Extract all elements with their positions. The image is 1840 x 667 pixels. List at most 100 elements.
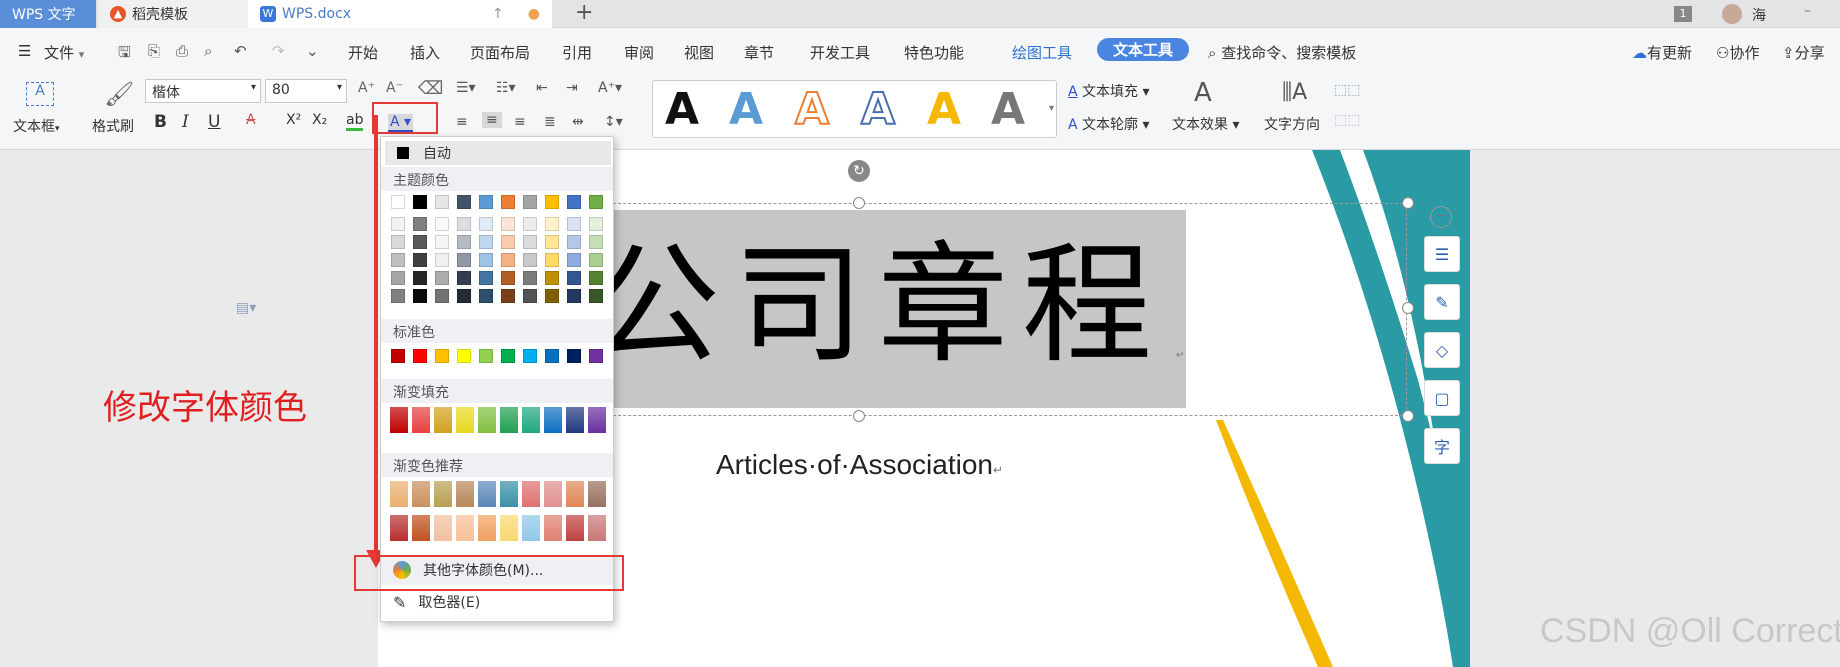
print-icon[interactable]: ⎙	[176, 42, 188, 60]
theme-shade-swatch[interactable]	[501, 253, 515, 267]
menu-insert[interactable]: 插入	[410, 42, 440, 63]
gradient-recommend-swatch[interactable]	[412, 481, 430, 507]
document-title[interactable]: 公司章程	[590, 220, 1166, 390]
theme-shade-swatch[interactable]	[457, 253, 471, 267]
theme-shade-swatch[interactable]	[545, 217, 559, 231]
gradient-recommend-swatch[interactable]	[544, 515, 562, 541]
theme-shade-swatch[interactable]	[589, 217, 603, 231]
minimize-icon[interactable]: –	[1804, 3, 1811, 19]
theme-shade-swatch[interactable]	[567, 289, 581, 303]
gradient-fill-swatch[interactable]	[390, 407, 408, 433]
menu-review[interactable]: 审阅	[624, 42, 654, 63]
export-icon[interactable]: ⎘	[148, 42, 160, 60]
new-tab-button[interactable]: +	[575, 0, 593, 28]
pen-style-icon[interactable]: ✎	[1424, 284, 1460, 320]
gradient-fill-swatch[interactable]	[522, 407, 540, 433]
gradient-fill-swatch[interactable]	[588, 407, 606, 433]
upload-icon[interactable]: ↑	[492, 6, 504, 22]
menu-references[interactable]: 引用	[562, 42, 592, 63]
align-left-icon[interactable]: ≡	[456, 114, 468, 130]
theme-shade-swatch[interactable]	[545, 271, 559, 285]
style-black-icon[interactable]: A	[665, 85, 699, 135]
theme-color-swatch[interactable]	[413, 195, 427, 209]
theme-shade-swatch[interactable]	[479, 253, 493, 267]
menu-drawing-tools[interactable]: 绘图工具	[1012, 42, 1072, 63]
eyedropper-item[interactable]: ✎ 取色器(E)	[381, 587, 613, 617]
bullet-list-icon[interactable]: ☰▾	[456, 80, 476, 96]
theme-color-swatch[interactable]	[479, 195, 493, 209]
theme-shade-swatch[interactable]	[457, 217, 471, 231]
theme-color-swatch[interactable]	[567, 195, 581, 209]
gradient-fill-swatch[interactable]	[544, 407, 562, 433]
gradient-recommend-swatch[interactable]	[456, 481, 474, 507]
theme-color-swatch[interactable]	[523, 195, 537, 209]
theme-shade-swatch[interactable]	[567, 271, 581, 285]
outline-icon[interactable]: ▢	[1424, 380, 1460, 416]
theme-shade-swatch[interactable]	[391, 271, 405, 285]
gradient-recommend-swatch[interactable]	[588, 481, 606, 507]
theme-shade-swatch[interactable]	[589, 253, 603, 267]
standard-color-swatch[interactable]	[501, 349, 515, 363]
theme-shade-swatch[interactable]	[413, 253, 427, 267]
theme-color-swatch[interactable]	[457, 195, 471, 209]
theme-shade-swatch[interactable]	[435, 289, 449, 303]
theme-shade-swatch[interactable]	[545, 289, 559, 303]
font-name-select[interactable]: 楷体 ▾	[145, 79, 261, 103]
hamburger-menu-icon[interactable]: ☰	[18, 42, 31, 60]
style-blue-outline-icon[interactable]: A	[860, 84, 896, 136]
collapse-icon[interactable]: −	[1430, 206, 1452, 228]
gradient-recommend-swatch[interactable]	[500, 481, 518, 507]
text-transform-icon[interactable]: A⁺▾	[598, 80, 622, 96]
standard-color-swatch[interactable]	[457, 349, 471, 363]
text-effect-button[interactable]: 文本效果 ▾	[1172, 114, 1239, 134]
gradient-recommend-swatch[interactable]	[390, 481, 408, 507]
text-wrap-icon[interactable]: 字	[1424, 428, 1460, 464]
theme-shade-swatch[interactable]	[435, 271, 449, 285]
gradient-recommend-swatch[interactable]	[412, 515, 430, 541]
theme-shade-swatch[interactable]	[501, 271, 515, 285]
theme-shade-swatch[interactable]	[457, 289, 471, 303]
rotate-handle-icon[interactable]: ↻	[848, 160, 870, 182]
standard-color-swatch[interactable]	[391, 349, 405, 363]
style-gold-icon[interactable]: A	[927, 85, 961, 135]
align-center-icon[interactable]: ≡	[482, 112, 502, 128]
gradient-fill-swatch[interactable]	[434, 407, 452, 433]
increase-indent-icon[interactable]: ⇥	[566, 80, 578, 96]
tab-templates[interactable]: ▲ 稻壳模板	[98, 0, 248, 28]
clear-format-icon[interactable]: ⌫	[418, 78, 443, 99]
theme-shade-swatch[interactable]	[523, 235, 537, 249]
undo-icon[interactable]: ↶	[234, 42, 247, 60]
bold-button[interactable]: B	[154, 112, 167, 132]
distribute-icon[interactable]: ⇹	[572, 114, 584, 130]
doc-nav-icon[interactable]: ▤▾	[236, 300, 256, 316]
theme-shade-swatch[interactable]	[391, 217, 405, 231]
resize-handle-top[interactable]	[853, 197, 865, 209]
gradient-recommend-swatch[interactable]	[522, 481, 540, 507]
collab-button[interactable]: ⚇协作	[1716, 42, 1759, 63]
theme-shade-swatch[interactable]	[479, 217, 493, 231]
tab-wps-writer[interactable]: WPS 文字	[0, 0, 96, 28]
format-painter-button[interactable]: 格式刷	[92, 116, 134, 136]
theme-color-swatch[interactable]	[435, 195, 449, 209]
gradient-fill-swatch[interactable]	[412, 407, 430, 433]
grow-font-icon[interactable]: A⁺	[358, 80, 375, 96]
shrink-font-icon[interactable]: A⁻	[386, 80, 403, 96]
fill-color-icon[interactable]: ◇	[1424, 332, 1460, 368]
theme-shade-swatch[interactable]	[545, 253, 559, 267]
theme-shade-swatch[interactable]	[501, 235, 515, 249]
theme-shade-swatch[interactable]	[589, 289, 603, 303]
theme-shade-swatch[interactable]	[391, 253, 405, 267]
gradient-recommend-swatch[interactable]	[456, 515, 474, 541]
resize-handle-bottom[interactable]	[853, 410, 865, 422]
menu-special[interactable]: 特色功能	[904, 42, 964, 63]
menu-page-layout[interactable]: 页面布局	[470, 42, 530, 63]
gradient-recommend-swatch[interactable]	[588, 515, 606, 541]
menu-text-tools[interactable]: 文本工具	[1097, 38, 1190, 61]
theme-shade-swatch[interactable]	[567, 253, 581, 267]
print-preview-icon[interactable]: ⌕	[204, 42, 212, 60]
document-subtitle[interactable]: Articles·of·Association↵	[716, 449, 1003, 481]
menu-view[interactable]: 视图	[684, 42, 714, 63]
strikethrough-icon[interactable]: A	[246, 112, 256, 128]
text-fill-button[interactable]: A 文本填充 ▾	[1068, 81, 1150, 101]
style-blue-icon[interactable]: A	[729, 85, 763, 135]
